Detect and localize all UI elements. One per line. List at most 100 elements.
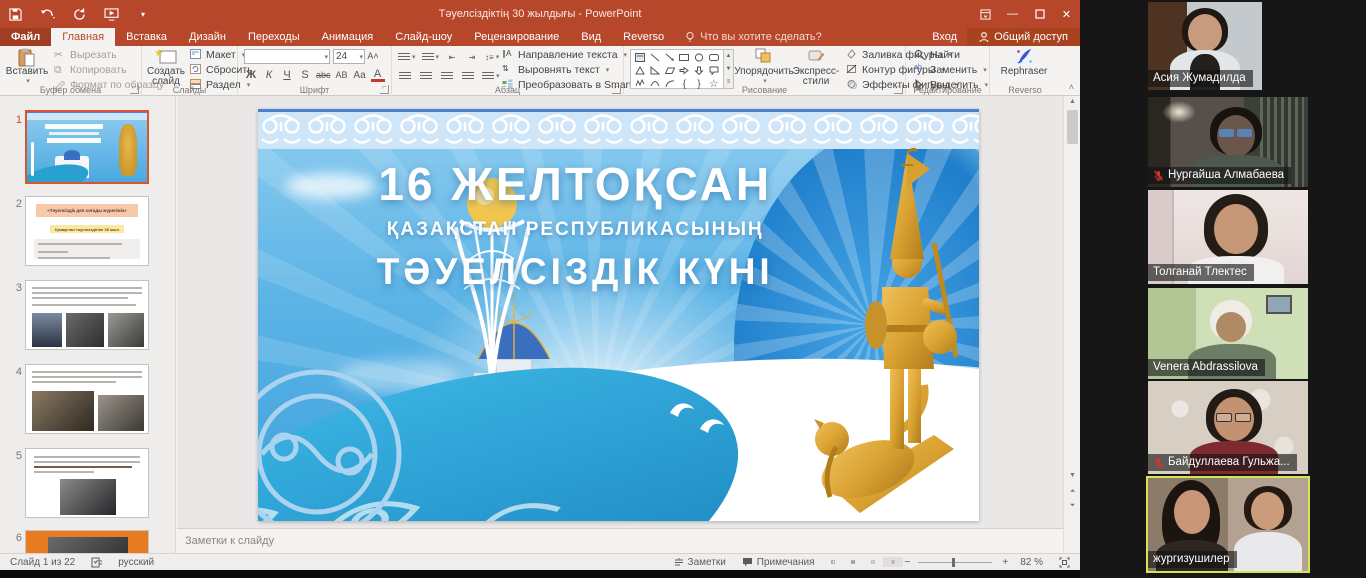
participant-tile-3[interactable]: Толганай Тлектес [1148,190,1308,284]
tab-design[interactable]: Дизайн [178,28,237,46]
italic-button[interactable]: К [262,68,276,82]
shape-arrow-line-icon[interactable] [662,51,677,64]
notes-toggle[interactable]: Заметки [666,557,734,568]
shape-triangle-icon[interactable] [633,64,648,77]
sign-in-button[interactable]: Вход [922,28,967,46]
dialog-launcher-icon[interactable]: ⌐ [612,85,621,94]
slide-thumbnail-1[interactable] [25,110,149,184]
dialog-launcher-icon[interactable]: ⌐ [380,85,389,94]
numbering-button[interactable]: ▾ [422,50,440,64]
tab-home[interactable]: Главная [51,28,115,46]
reading-view-button[interactable] [863,557,883,567]
decrease-indent-button[interactable]: ⇤ [445,50,459,64]
line-spacing-button[interactable]: ↕≡▾ [485,50,499,64]
scroll-thumb[interactable] [1067,110,1078,144]
shape-callout-icon[interactable] [706,64,721,77]
slideshow-view-button[interactable] [883,557,903,567]
language-status[interactable]: русский [110,557,162,568]
shape-rectangle-icon[interactable] [677,51,692,64]
shadow-button[interactable]: S [298,68,312,82]
close-icon[interactable]: ✕ [1053,0,1080,28]
tab-file[interactable]: Файл [0,28,51,46]
dialog-launcher-icon[interactable]: ⌐ [894,85,903,94]
shape-parallelogram-icon[interactable] [662,64,677,77]
participant-tile-5[interactable]: Байдуллаева Гульжа... [1148,381,1308,474]
underline-button[interactable]: Ч [280,68,294,82]
strikethrough-button[interactable]: abc [316,68,331,82]
slide-thumbnail-5[interactable] [25,448,149,518]
slide-sorter-view-button[interactable] [843,557,863,567]
zoom-in-button[interactable]: + [998,557,1012,568]
replace-button[interactable]: ab Заменить▾ [914,63,988,77]
participant-tile-6-active-speaker[interactable]: жургизушилер [1146,476,1310,573]
columns-button[interactable]: ▾ [482,69,500,83]
participant-tile-4[interactable]: Venera Abdrassilova [1148,288,1308,379]
tell-me-box[interactable]: Что вы хотите сделать? [675,28,832,46]
collapse-ribbon-icon[interactable]: ˄ [1069,82,1074,92]
slide-thumbnail-6[interactable] [25,530,149,553]
zoom-level[interactable]: 82 % [1012,557,1051,568]
start-slideshow-icon[interactable] [102,5,120,23]
align-left-button[interactable] [398,69,412,83]
spellcheck-icon[interactable] [83,557,110,568]
zoom-out-button[interactable]: − [903,557,913,568]
slide-scrollbar[interactable]: ▲ ▼ ⏶ ⏷ [1063,96,1080,553]
grow-font-button[interactable]: A˄ [366,49,380,63]
participant-tile-1[interactable]: Асия Жумадилда [1148,2,1262,90]
increase-indent-button[interactable]: ⇥ [465,50,479,64]
tab-view[interactable]: Вид [570,28,612,46]
previous-slide-icon[interactable]: ⏶ [1066,488,1079,496]
save-icon[interactable] [6,5,24,23]
share-button[interactable]: Общий доступ [967,28,1080,46]
scroll-down-icon[interactable]: ▼ [1066,472,1079,479]
rephraser-button[interactable]: Rephraser [998,48,1050,82]
tab-reverso[interactable]: Reverso [612,28,675,46]
align-center-button[interactable] [419,69,433,83]
font-size-combo[interactable]: 24▾ [333,49,365,64]
dialog-launcher-icon[interactable]: ⌐ [130,85,139,94]
slide-thumbnail-4[interactable] [25,364,149,434]
participant-tile-2[interactable]: Нургайша Алмабаева [1148,97,1308,187]
tab-insert[interactable]: Вставка [115,28,178,46]
shape-line-icon[interactable] [648,51,663,64]
slide-thumbnail-2[interactable]: «Тәуелсіздік деп соғады жүрегіміз» Қазақ… [25,196,149,266]
zoom-slider-thumb[interactable] [952,558,955,567]
paste-button[interactable]: Вставить ▾ [4,48,50,82]
customize-qat-icon[interactable]: ▾ [134,5,152,23]
shape-rounded-rect-icon[interactable] [706,51,721,64]
shapes-gallery[interactable]: { } ☆ [630,49,724,89]
shape-arrow-right-icon[interactable] [677,64,692,77]
shape-arrow-down-icon[interactable] [692,64,707,77]
tab-animations[interactable]: Анимация [311,28,385,46]
new-slide-button[interactable]: Создать слайд [144,48,188,82]
undo-icon[interactable] [38,5,56,23]
slide-title-textbox[interactable]: 16 ЖЕЛТОҚСАН ҚАЗАҚСТАН РЕСПУБЛИКАСЫНЫҢ Т… [301,157,849,293]
font-name-combo[interactable]: ▾ [244,49,330,64]
tab-transitions[interactable]: Переходы [237,28,311,46]
bullets-button[interactable]: ▾ [398,50,416,64]
shapes-scroll-up-icon[interactable]: ▲ [724,50,733,63]
zoom-slider[interactable] [918,562,992,563]
fit-slide-button[interactable] [1051,557,1080,568]
find-button[interactable]: Найти [914,48,988,62]
next-slide-icon[interactable]: ⏷ [1066,502,1079,510]
change-case-button[interactable]: Аа [353,68,367,82]
slide-thumbnail-3[interactable] [25,280,149,350]
quick-styles-button[interactable]: Экспресс-стили [790,48,842,82]
scroll-up-icon[interactable]: ▲ [1066,98,1079,105]
tab-slideshow[interactable]: Слайд-шоу [384,28,463,46]
character-spacing-button[interactable]: АВ [335,68,349,82]
restore-icon[interactable] [1026,0,1053,28]
arrange-button[interactable]: Упорядочить ▾ [738,48,790,82]
slide-editor[interactable]: 16 ЖЕЛТОҚСАН ҚАЗАҚСТАН РЕСПУБЛИКАСЫНЫҢ Т… [258,109,979,521]
notes-pane[interactable]: Заметки к слайду [177,528,1063,553]
ribbon-display-options-icon[interactable] [972,0,999,28]
align-right-button[interactable] [440,69,454,83]
minimize-icon[interactable]: — [999,0,1026,28]
redo-icon[interactable] [70,5,88,23]
font-color-button[interactable]: А [371,69,385,82]
shapes-scroll-down-icon[interactable]: ▼ [724,63,733,76]
tab-review[interactable]: Рецензирование [463,28,570,46]
shape-oval-icon[interactable] [692,51,707,64]
justify-button[interactable] [461,69,475,83]
